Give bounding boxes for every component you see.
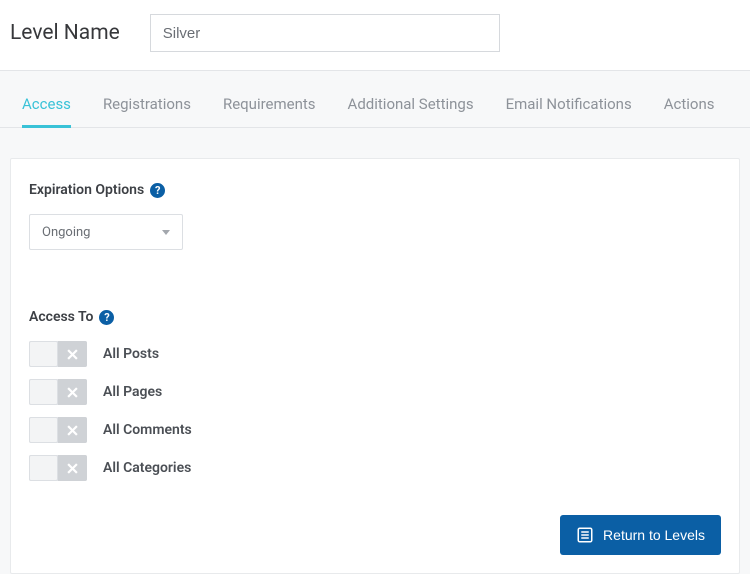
toggle-all-posts[interactable] [29, 341, 87, 367]
return-to-levels-label: Return to Levels [603, 527, 705, 543]
list-icon [576, 526, 594, 544]
help-icon[interactable]: ? [99, 310, 114, 325]
tab-access[interactable]: Access [22, 95, 71, 127]
toggle-all-pages[interactable] [29, 379, 87, 405]
close-icon [58, 455, 87, 481]
level-name-input[interactable] [150, 14, 500, 52]
tab-additional-settings[interactable]: Additional Settings [348, 95, 474, 127]
toggle-knob [29, 379, 58, 405]
toggle-all-categories[interactable] [29, 455, 87, 481]
expiration-options-text: Expiration Options [29, 182, 144, 198]
tab-bar: Access Registrations Requirements Additi… [0, 95, 750, 128]
toggle-label: All Pages [103, 384, 162, 400]
expiration-options-label: Expiration Options ? [29, 182, 165, 198]
access-item-all-categories: All Categories [29, 455, 721, 481]
tab-registrations[interactable]: Registrations [103, 95, 191, 127]
tab-requirements[interactable]: Requirements [223, 95, 316, 127]
return-to-levels-button[interactable]: Return to Levels [560, 515, 721, 555]
close-icon [58, 341, 87, 367]
help-icon[interactable]: ? [150, 183, 165, 198]
close-icon [58, 417, 87, 443]
expiration-select-value: Ongoing [42, 225, 90, 240]
level-name-label: Level Name [10, 21, 120, 45]
expiration-select[interactable]: Ongoing [29, 214, 183, 250]
access-item-all-pages: All Pages [29, 379, 721, 405]
access-item-all-posts: All Posts [29, 341, 721, 367]
access-item-all-comments: All Comments [29, 417, 721, 443]
toggle-label: All Categories [103, 460, 191, 476]
toggle-label: All Comments [103, 422, 192, 438]
close-icon [58, 379, 87, 405]
panel-footer: Return to Levels [29, 515, 721, 555]
toggle-label: All Posts [103, 346, 159, 362]
header-bar: Level Name [0, 0, 750, 71]
toggle-knob [29, 341, 58, 367]
toggle-knob [29, 417, 58, 443]
toggle-all-comments[interactable] [29, 417, 87, 443]
access-to-label: Access To ? [29, 309, 114, 325]
tab-actions[interactable]: Actions [664, 95, 715, 127]
chevron-down-icon [162, 230, 170, 235]
toggle-knob [29, 455, 58, 481]
tab-email-notifications[interactable]: Email Notifications [506, 95, 632, 127]
access-to-text: Access To [29, 309, 93, 325]
access-panel: Expiration Options ? Ongoing Access To ?… [10, 158, 740, 574]
